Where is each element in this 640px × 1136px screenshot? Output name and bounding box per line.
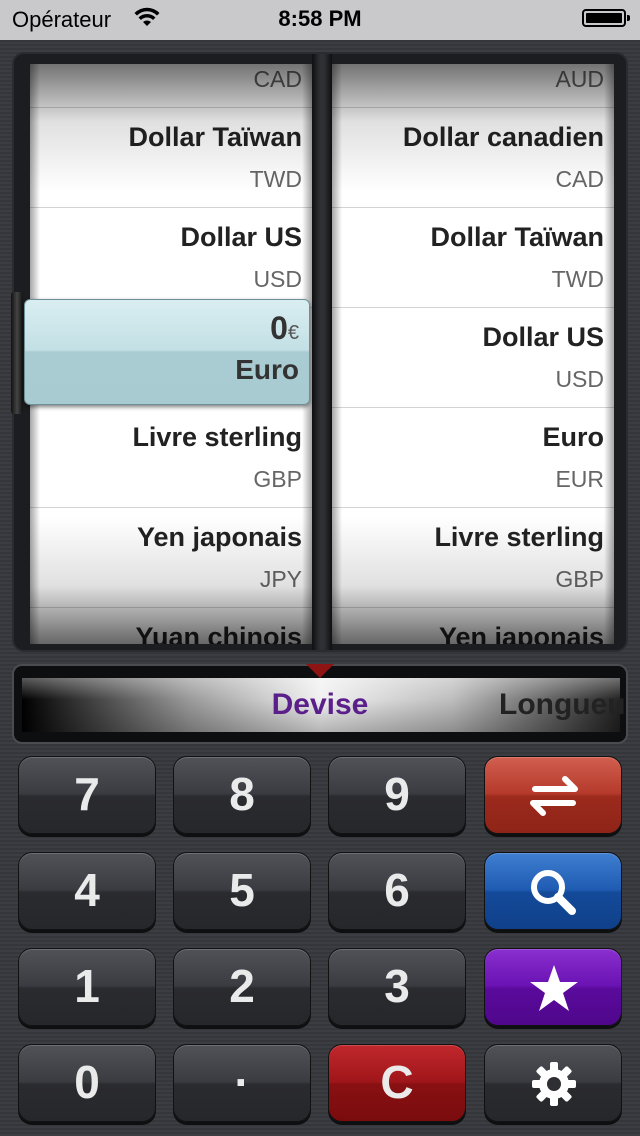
currency-name: Livre sterling	[434, 522, 604, 552]
list-item[interactable]: Dollar US USD	[30, 208, 312, 308]
to-currency-wheel[interactable]: AUD Dollar canadien CAD Dollar Taïwan TW…	[332, 64, 614, 644]
key-3[interactable]: 3	[328, 948, 466, 1026]
key-5[interactable]: 5	[173, 852, 311, 930]
star-icon	[530, 965, 578, 1011]
list-item[interactable]: Euro EUR	[332, 408, 614, 508]
currency-code: TWD	[551, 266, 604, 292]
selected-currency-amount[interactable]: 0€ Euro	[24, 299, 310, 405]
currency-name: Yen japonais	[438, 622, 604, 644]
wheel-divider	[312, 54, 332, 650]
gear-icon	[532, 1062, 576, 1106]
category-next[interactable]: Longueur	[499, 688, 626, 722]
currency-name: Dollar US	[482, 322, 604, 352]
key-1[interactable]: 1	[18, 948, 156, 1026]
swap-icon	[530, 776, 578, 816]
wheel-edge	[332, 64, 342, 644]
list-item[interactable]: CAD	[30, 64, 312, 108]
settings-button[interactable]	[484, 1044, 622, 1122]
wheel-edge	[604, 64, 614, 644]
currency-name: Euro	[542, 422, 604, 452]
clock: 8:58 PM	[278, 6, 362, 31]
currency-code: GBP	[555, 566, 604, 592]
amount-display: 0€	[270, 310, 299, 346]
key-9[interactable]: 9	[328, 756, 466, 834]
currency-code: CAD	[253, 66, 302, 92]
currency-code: CAD	[555, 166, 604, 192]
currency-code: TWD	[249, 166, 302, 192]
clear-button[interactable]: C	[328, 1044, 466, 1122]
currency-name: Dollar Taïwan	[430, 222, 604, 252]
list-item[interactable]: Dollar canadien CAD	[332, 108, 614, 208]
currency-name: Dollar Taïwan	[128, 122, 302, 152]
currency-name: Dollar canadien	[402, 122, 604, 152]
list-item[interactable]: Yuan chinois	[30, 608, 312, 644]
status-bar: Opérateur 8:58 PM	[0, 0, 640, 40]
battery-icon	[582, 9, 630, 27]
currency-code: AUD	[555, 66, 604, 92]
category-indicator-icon	[306, 664, 334, 678]
key-4[interactable]: 4	[18, 852, 156, 930]
list-item[interactable]: Dollar US USD	[332, 308, 614, 408]
currency-code: GBP	[253, 466, 302, 492]
list-item[interactable]: AUD	[332, 64, 614, 108]
key-2[interactable]: 2	[173, 948, 311, 1026]
currency-code: JPY	[259, 566, 302, 592]
key-8[interactable]: 8	[173, 756, 311, 834]
list-item[interactable]: Yen japonais JPY	[30, 508, 312, 608]
currency-code: USD	[555, 366, 604, 392]
decimal-key[interactable]: ·	[173, 1044, 311, 1122]
list-item[interactable]: Livre sterling GBP	[332, 508, 614, 608]
currency-name: Dollar US	[180, 222, 302, 252]
currency-symbol: €	[287, 322, 299, 344]
search-icon	[531, 870, 576, 915]
currency-name: Livre sterling	[132, 422, 302, 452]
favorite-button[interactable]	[484, 948, 622, 1026]
list-item[interactable]: Livre sterling GBP	[30, 408, 312, 508]
selected-currency-name: Euro	[235, 354, 299, 385]
currency-code: EUR	[555, 466, 604, 492]
currency-name: Yuan chinois	[135, 622, 302, 644]
swap-button[interactable]	[484, 756, 622, 834]
selection-handle	[11, 292, 23, 414]
list-item[interactable]: Dollar Taïwan TWD	[30, 108, 312, 208]
currency-code: USD	[253, 266, 302, 292]
currency-name: Yen japonais	[136, 522, 302, 552]
key-6[interactable]: 6	[328, 852, 466, 930]
list-item[interactable]: Yen japonais	[332, 608, 614, 644]
key-0[interactable]: 0	[18, 1044, 156, 1122]
search-button[interactable]	[484, 852, 622, 930]
key-7[interactable]: 7	[18, 756, 156, 834]
list-item[interactable]: Dollar Taïwan TWD	[332, 208, 614, 308]
